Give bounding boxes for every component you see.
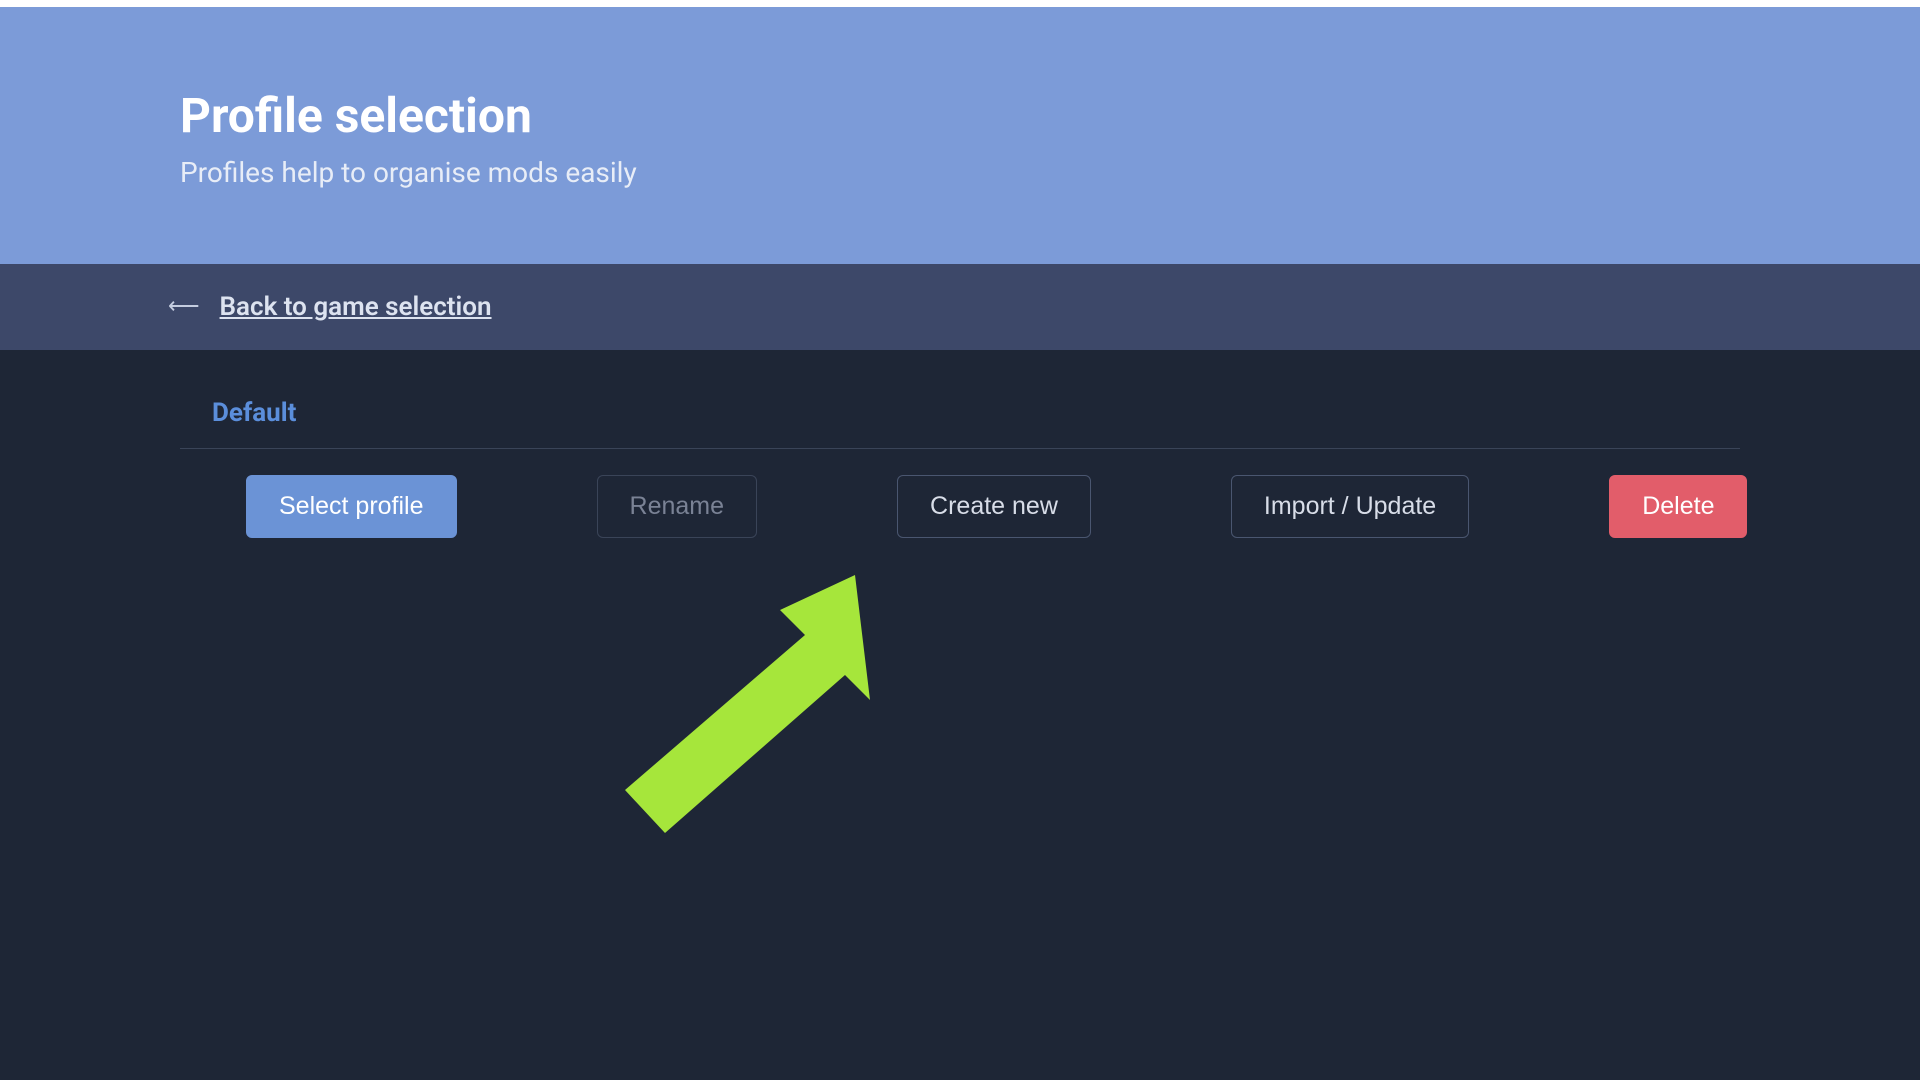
create-new-button[interactable]: Create new [897,475,1091,538]
top-white-strip [0,0,1920,7]
back-arrow-icon: ⟵ [168,296,200,318]
annotation-arrow-icon [595,555,875,835]
profile-actions-row: Select profile Rename Create new Import … [180,475,1740,538]
profile-divider [180,448,1740,449]
back-to-game-link[interactable]: Back to game selection [220,292,492,322]
rename-button[interactable]: Rename [597,475,758,538]
profile-name-label[interactable]: Default [212,398,1740,428]
select-profile-button[interactable]: Select profile [246,475,457,538]
import-update-button[interactable]: Import / Update [1231,475,1469,538]
content-area: Default Select profile Rename Create new… [0,350,1920,538]
page-title: Profile selection [180,87,1920,144]
delete-button[interactable]: Delete [1609,475,1747,538]
page-header: Profile selection Profiles help to organ… [0,7,1920,264]
navigation-bar: ⟵ Back to game selection [0,264,1920,350]
page-subtitle: Profiles help to organise mods easily [180,156,1920,189]
